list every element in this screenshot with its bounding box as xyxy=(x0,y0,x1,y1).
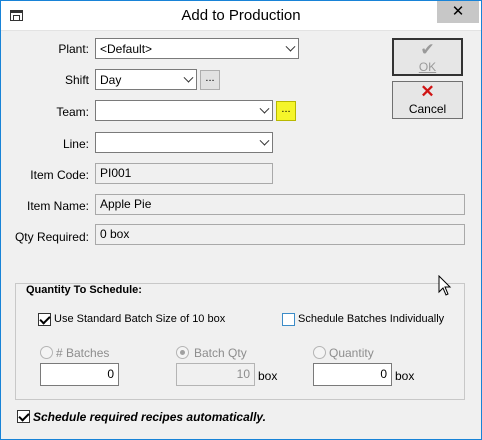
mouse-cursor-icon xyxy=(438,275,452,296)
quantity-radio[interactable] xyxy=(313,346,326,359)
title-bar[interactable]: Add to Production ✕ xyxy=(1,1,481,31)
cancel-button[interactable]: ✕ Cancel xyxy=(392,81,463,119)
chevron-down-icon xyxy=(259,103,270,114)
quantity-label: Quantity xyxy=(329,346,374,360)
item-name-field[interactable]: Apple Pie xyxy=(95,194,465,215)
batch-qty-label: Batch Qty xyxy=(194,346,247,360)
shift-lookup-button[interactable]: ... xyxy=(200,70,220,90)
plant-value: <Default> xyxy=(100,42,153,56)
use-standard-batch-checkbox[interactable] xyxy=(38,313,51,326)
team-lookup-button[interactable]: ... xyxy=(276,101,296,121)
auto-recipes-label: Schedule required recipes automatically. xyxy=(33,410,266,424)
plant-label: Plant: xyxy=(58,42,89,56)
batches-input[interactable]: 0 xyxy=(40,363,119,386)
batch-qty-radio[interactable] xyxy=(176,346,189,359)
qty-required-field[interactable]: 0 box xyxy=(95,224,465,245)
plant-dropdown[interactable]: <Default> xyxy=(95,38,299,59)
shift-value: Day xyxy=(100,73,122,87)
quantity-input[interactable]: 0 xyxy=(313,363,392,386)
item-name-label: Item Name: xyxy=(26,199,89,213)
team-label: Team: xyxy=(56,105,89,119)
batch-qty-input[interactable]: 10 xyxy=(176,363,255,386)
auto-recipes-checkbox[interactable] xyxy=(17,410,30,423)
batches-radio[interactable] xyxy=(40,346,53,359)
use-standard-batch-label: Use Standard Batch Size of 10 box xyxy=(54,313,226,325)
window-title: Add to Production xyxy=(181,7,301,24)
item-code-field[interactable]: PI001 xyxy=(95,163,273,184)
close-button[interactable]: ✕ xyxy=(437,1,479,23)
cancel-button-label: Cancel xyxy=(408,102,447,116)
chevron-down-icon xyxy=(183,72,194,83)
shift-dropdown[interactable]: Day xyxy=(95,69,197,90)
checkmark-icon: ✔ xyxy=(420,40,435,59)
schedule-individually-label: Schedule Batches Individually xyxy=(298,313,445,325)
item-code-label: Item Code: xyxy=(30,168,89,182)
batches-label: # Batches xyxy=(56,346,110,360)
line-label: Line: xyxy=(62,137,89,151)
close-x-icon: ✕ xyxy=(420,82,435,101)
chevron-down-icon xyxy=(285,41,296,52)
add-to-production-dialog: Add to Production ✕ Plant: <Default> Shi… xyxy=(0,0,482,440)
qty-required-label: Qty Required: xyxy=(14,230,89,244)
quantity-to-schedule-title: Quantity To Schedule: xyxy=(26,284,142,296)
chevron-down-icon xyxy=(259,135,270,146)
team-dropdown[interactable] xyxy=(95,100,273,121)
line-dropdown[interactable] xyxy=(95,132,273,153)
shift-label: Shift xyxy=(64,73,89,87)
schedule-individually-checkbox[interactable] xyxy=(282,313,295,326)
ok-button[interactable]: ✔ OK xyxy=(392,38,463,76)
quantity-unit: box xyxy=(395,369,415,383)
batch-qty-unit: box xyxy=(258,369,278,383)
ok-button-label: OK xyxy=(418,60,437,74)
